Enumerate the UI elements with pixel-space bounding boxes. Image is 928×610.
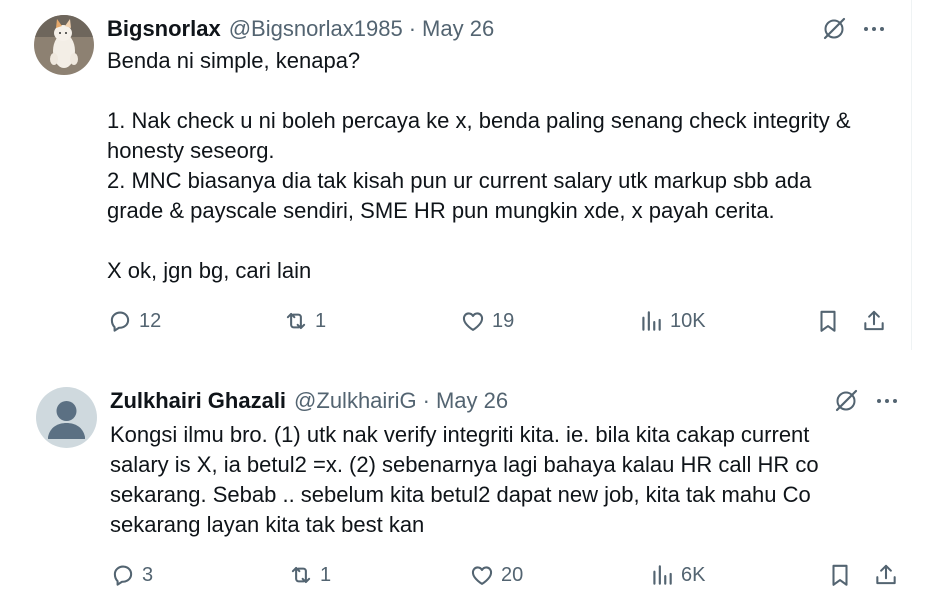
author-name[interactable]: Zulkhairi Ghazali: [110, 388, 286, 414]
separator-dot: ·: [408, 16, 417, 41]
author-name[interactable]: Bigsnorlax: [107, 16, 221, 42]
share-button[interactable]: [873, 560, 899, 590]
reply-count: 3: [142, 563, 154, 586]
text-line: X ok, jgn bg, cari lain: [107, 258, 312, 283]
text-line: honesty seseorg.: [107, 138, 275, 163]
views-count: 6K: [681, 563, 706, 586]
text-line: 2. MNC biasanya dia tak kisah pun ur cur…: [107, 168, 812, 193]
like-count: 20: [501, 563, 524, 586]
retweet-count: 1: [320, 563, 332, 586]
text-line: Kongsi ilmu bro. (1) utk nak verify inte…: [110, 422, 810, 447]
views-icon: [653, 565, 672, 585]
tweet-text: Kongsi ilmu bro. (1) utk nak verify inte…: [110, 420, 890, 540]
bookmark-icon: [832, 564, 848, 586]
tweet-text: Benda ni simple, kenapa? 1. Nak check u …: [107, 46, 897, 286]
tweet-date[interactable]: May 26: [422, 16, 494, 42]
avatar[interactable]: [34, 15, 94, 75]
text-line: Benda ni simple, kenapa?: [107, 48, 361, 73]
retweet-button[interactable]: 1: [288, 560, 331, 590]
reply-icon: [110, 311, 130, 332]
share-icon: [864, 310, 884, 331]
reply-icon: [113, 565, 133, 586]
views-icon: [642, 311, 661, 331]
retweet-count: 1: [315, 309, 327, 332]
separator-dot: ·: [422, 388, 430, 413]
retweet-icon: [291, 566, 311, 584]
tweet[interactable]: Zulkhairi Ghazali @ZulkhairiG · May 26 K…: [0, 365, 928, 610]
tweet-header: Zulkhairi Ghazali @ZulkhairiG · May 26: [110, 386, 508, 416]
text-line: 1. Nak check u ni boleh percaya ke x, be…: [107, 108, 851, 133]
reply-count: 12: [139, 309, 162, 332]
text-line: sekarang layan kita tak best kan: [110, 512, 425, 537]
reply-button[interactable]: 3: [110, 560, 153, 590]
bookmark-button[interactable]: [827, 560, 853, 590]
tweet[interactable]: Bigsnorlax @Bigsnorlax1985 · May 26 Bend…: [0, 0, 928, 350]
more-icon[interactable]: [861, 16, 887, 42]
text-line: salary is X, ia betul2 =x. (2) sebenarny…: [110, 452, 819, 477]
grok-icon[interactable]: [820, 15, 848, 43]
views-button[interactable]: 10K: [638, 306, 706, 336]
share-icon: [876, 564, 896, 585]
like-icon: [471, 566, 493, 585]
retweet-icon: [286, 312, 306, 330]
views-count: 10K: [670, 309, 706, 332]
bookmark-button[interactable]: [815, 306, 841, 336]
grok-icon[interactable]: [832, 387, 860, 415]
bookmark-icon: [820, 310, 836, 332]
views-button[interactable]: 6K: [649, 560, 705, 590]
cat-avatar-icon: [34, 15, 94, 75]
text-line: [107, 226, 897, 256]
author-handle[interactable]: @ZulkhairiG: [294, 388, 417, 414]
text-line: sekarang. Sebab .. sebelum kita betul2 d…: [110, 482, 811, 507]
thread-border: [911, 0, 912, 350]
like-button[interactable]: 20: [469, 560, 523, 590]
text-line: [107, 76, 897, 106]
text-line: grade & payscale sendiri, SME HR pun mun…: [107, 198, 775, 223]
author-handle[interactable]: @Bigsnorlax1985: [229, 16, 403, 42]
default-avatar-icon: [36, 387, 97, 448]
reply-button[interactable]: 12: [107, 306, 161, 336]
like-button[interactable]: 19: [460, 306, 514, 336]
avatar[interactable]: [36, 387, 97, 448]
like-count: 19: [492, 309, 515, 332]
like-icon: [462, 312, 484, 331]
retweet-button[interactable]: 1: [283, 306, 326, 336]
share-button[interactable]: [861, 306, 887, 336]
tweet-date[interactable]: May 26: [436, 388, 508, 414]
tweet-header: Bigsnorlax @Bigsnorlax1985 · May 26: [107, 14, 494, 44]
more-icon[interactable]: [874, 388, 900, 414]
